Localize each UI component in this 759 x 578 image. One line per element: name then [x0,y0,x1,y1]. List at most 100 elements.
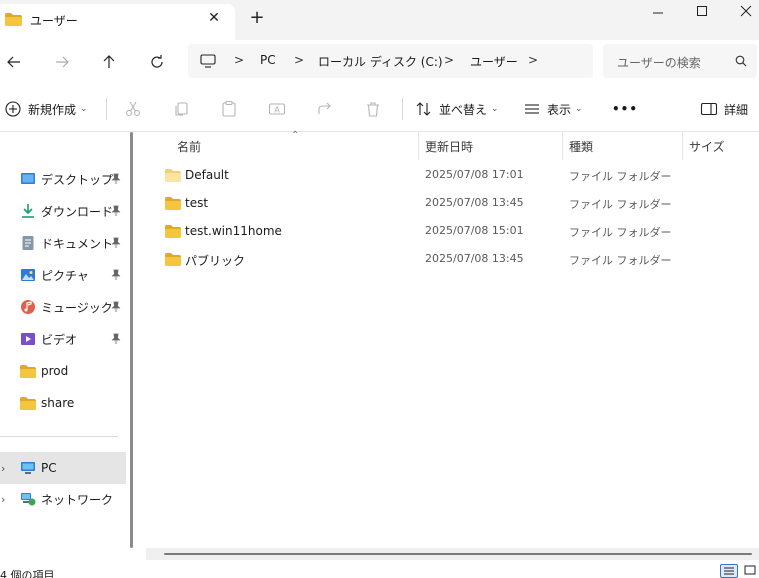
column-separator[interactable] [562,132,563,160]
maximize-button[interactable] [692,3,712,21]
folder-icon [20,365,36,378]
breadcrumb-local-disk[interactable]: ローカル ディスク (C:) [318,53,443,70]
more-icon: ••• [612,102,639,116]
breadcrumb-separator[interactable]: > [528,53,538,67]
column-header-size[interactable]: サイズ [689,138,725,155]
chevron-right-icon[interactable]: › [1,462,5,475]
file-row-public[interactable]: パブリック 2025/07/08 13:45 ファイル フォルダー [146,246,759,274]
breadcrumb-pc[interactable]: PC [260,53,276,67]
delete-button[interactable] [364,99,382,119]
close-window-button[interactable] [736,3,756,21]
sidebar-item-label: ピクチャ [41,268,89,283]
breadcrumb-separator[interactable]: > [294,53,304,67]
folder-icon [165,253,181,266]
minimize-button[interactable] [648,3,668,21]
details-view-button[interactable] [720,564,738,578]
tab-title: ユーザー [30,14,78,28]
copy-icon [175,102,188,116]
column-header-type[interactable]: 種類 [569,138,593,155]
clipboard-icon [222,100,236,117]
chevron-down-icon: ⌄ [491,104,499,114]
column-separator[interactable] [418,132,419,160]
title-bar: ユーザー ✕ + [0,0,759,40]
pin-icon [111,173,121,184]
copy-button[interactable] [172,99,190,119]
rename-button[interactable]: A [268,99,286,119]
forward-button[interactable] [50,50,74,74]
rename-icon: A [268,103,286,115]
up-button[interactable] [97,50,121,74]
file-type: ファイル フォルダー [569,198,672,211]
search-input[interactable]: ユーザーの検索 [603,44,757,78]
sidebar-item-share[interactable]: share [0,389,126,417]
file-row-test-win11home[interactable]: test.win11home 2025/07/08 15:01 ファイル フォル… [146,218,759,246]
file-date: 2025/07/08 15:01 [425,224,524,237]
cut-button[interactable] [124,99,142,119]
folder-light-icon [165,169,181,182]
view-button[interactable]: 表示 ⌄ [523,99,583,119]
refresh-icon [151,55,163,68]
sidebar-item-prod[interactable]: prod [0,357,126,385]
details-pane-button[interactable]: 詳細 [700,99,748,119]
file-name: パブリック [185,254,246,268]
new-button[interactable]: 新規作成 ⌄ [4,99,88,119]
new-tab-button[interactable]: + [249,9,265,27]
sidebar-item-desktop[interactable]: デスクトップ [0,165,126,193]
sidebar-divider [0,436,118,437]
scissors-icon [125,101,141,117]
share-icon [318,102,331,114]
view-label: 表示 [547,102,572,117]
command-bar: 新規作成 ⌄ A 並べ替え ⌄ 表示 ⌄ ••• 詳細 [0,84,759,132]
sidebar-item-network[interactable]: › ネットワーク [0,485,126,513]
sidebar-item-pictures[interactable]: ピクチャ [0,261,126,289]
item-count: 4 個の項目 [0,569,55,578]
minimize-icon [653,12,663,14]
tiles-view-button[interactable] [742,564,759,578]
address-bar[interactable]: > PC > ローカル ディスク (C:) > ユーザー > [188,44,593,78]
sidebar-item-label: ネットワーク [41,492,114,507]
sidebar-item-label: PC [41,461,57,475]
refresh-button[interactable] [145,50,169,74]
sidebar-scrollbar[interactable] [130,132,133,548]
back-button[interactable] [2,50,26,74]
svg-text:A: A [274,106,280,115]
sidebar-item-label: ミュージック [41,300,113,315]
chevron-right-icon[interactable]: › [1,493,5,506]
maximize-icon [697,6,707,16]
sidebar-item-pc[interactable]: › PC [0,452,126,484]
file-row-default[interactable]: Default 2025/07/08 17:01 ファイル フォルダー [146,162,759,190]
tab-users[interactable]: ユーザー ✕ [0,4,235,40]
pictures-icon [21,269,35,281]
breadcrumb-users[interactable]: ユーザー [470,53,518,70]
sort-icon [416,102,431,116]
pin-icon [111,205,121,216]
share-button[interactable] [316,99,334,119]
sort-button[interactable]: 並べ替え ⌄ [415,99,499,119]
sidebar-item-videos[interactable]: ビデオ [0,325,126,353]
sidebar-item-downloads[interactable]: ダウンロード [0,197,126,225]
pin-icon [111,301,121,312]
file-row-test[interactable]: test 2025/07/08 13:45 ファイル フォルダー [146,190,759,218]
file-name: test.win11home [185,224,282,238]
more-options-button[interactable]: ••• [612,99,638,119]
tab-close-icon[interactable]: ✕ [206,10,222,26]
folder-icon [20,397,36,410]
sidebar-item-music[interactable]: ミュージック [0,293,126,321]
horizontal-scrollbar-thumb[interactable] [164,553,752,555]
sidebar-item-documents[interactable]: ドキュメント [0,229,126,257]
breadcrumb-separator[interactable]: > [444,53,454,67]
column-separator[interactable] [682,132,683,160]
pc-icon [21,462,35,474]
breadcrumb-separator[interactable]: > [234,53,244,67]
search-icon [735,55,747,67]
documents-icon [22,236,34,250]
column-header-date[interactable]: 更新日時 [425,138,473,155]
file-date: 2025/07/08 13:45 [425,252,524,265]
file-name: test [185,196,209,210]
horizontal-scrollbar[interactable] [146,548,759,560]
desktop-icon [21,173,35,184]
file-type: ファイル フォルダー [569,170,672,183]
paste-button[interactable] [220,99,238,119]
column-header-name[interactable]: 名前 [177,138,201,155]
file-name: Default [185,168,229,182]
